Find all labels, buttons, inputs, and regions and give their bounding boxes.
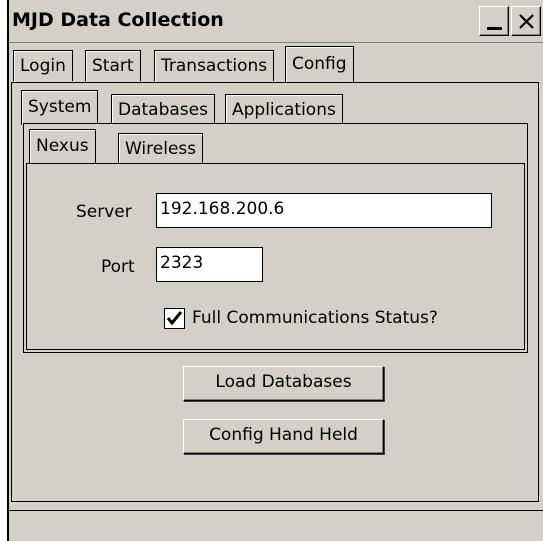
config-hand-held-button[interactable]: Config Hand Held: [183, 419, 384, 454]
tab-system[interactable]: System: [21, 90, 99, 125]
tab-start[interactable]: Start: [85, 50, 141, 81]
tab-login[interactable]: Login: [13, 50, 73, 81]
tab-databases[interactable]: Databases: [111, 94, 215, 125]
tab-transactions[interactable]: Transactions: [154, 50, 275, 81]
port-label: Port: [101, 257, 135, 277]
window-title: MJD Data Collection: [12, 9, 224, 31]
server-input[interactable]: 192.168.200.6: [156, 193, 492, 228]
status-bar: [9, 510, 543, 541]
tab-config[interactable]: Config: [285, 46, 354, 83]
load-databases-button[interactable]: Load Databases: [183, 366, 384, 401]
full-status-checkbox[interactable]: [164, 308, 185, 329]
app-window: MJD Data Collection Login Start Transact…: [7, 0, 543, 541]
title-bar: MJD Data Collection: [9, 0, 543, 43]
minimize-icon: [487, 27, 502, 30]
tab-applications[interactable]: Applications: [225, 94, 343, 125]
port-input[interactable]: 2323: [156, 247, 263, 282]
server-label: Server: [76, 202, 132, 222]
close-button[interactable]: [511, 6, 541, 36]
checkmark-icon: [166, 311, 183, 326]
full-status-label: Full Communications Status?: [192, 308, 438, 328]
minimize-button[interactable]: [479, 6, 509, 36]
tab-nexus[interactable]: Nexus: [29, 129, 96, 164]
tab-wireless[interactable]: Wireless: [118, 133, 204, 164]
close-icon: [519, 14, 534, 29]
